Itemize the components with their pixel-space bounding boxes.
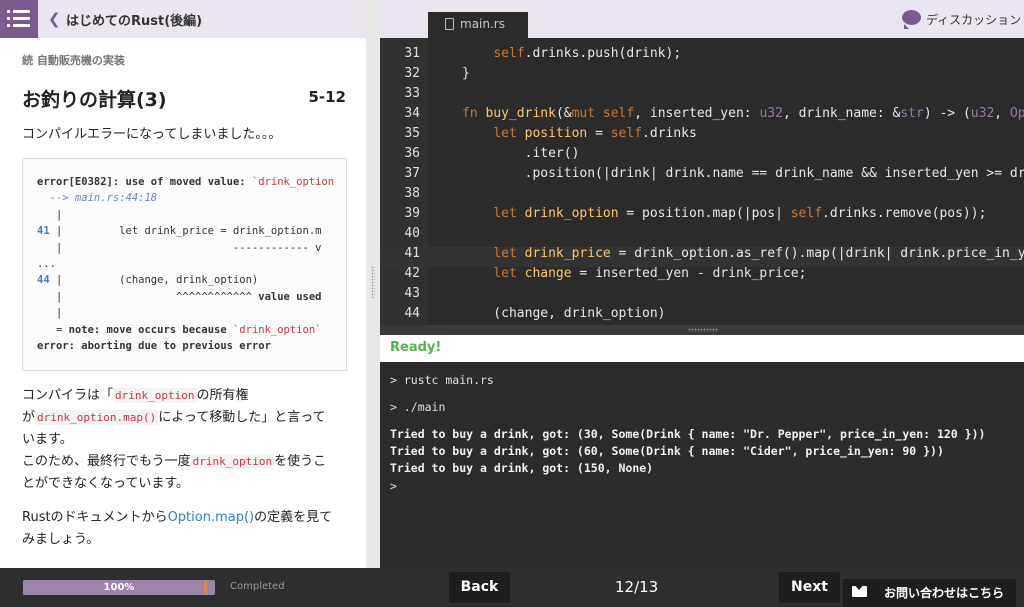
terminal-prompt[interactable]: > — [390, 479, 397, 493]
line-number: 34 — [404, 106, 420, 121]
code-line: 33 — [380, 84, 1024, 104]
inline-code: drink_option.map() — [35, 410, 159, 425]
lesson-header: ❮ はじめてのRust(後編) — [0, 0, 366, 38]
terminal-command: > rustc main.rs — [390, 373, 494, 387]
lesson-number: 5-12 — [308, 88, 346, 106]
back-button[interactable]: Back — [449, 572, 510, 603]
error-output-line: 41 | let drink_price = drink_option.m — [37, 225, 322, 238]
contact-label[interactable]: お問い合わせはこちら — [884, 584, 1004, 601]
code-text: let drink_price = drink_option.as_ref().… — [493, 246, 1024, 261]
lesson-title: お釣りの計算(3) — [22, 89, 167, 111]
progress-bar: 100% — [23, 580, 215, 595]
progress-label: 100% — [103, 582, 135, 593]
code-line: 38 — [380, 184, 1024, 204]
error-output-box: error[E0382]: use of moved value: `drink… — [22, 158, 347, 371]
mail-icon[interactable] — [852, 586, 867, 597]
line-number: 33 — [404, 86, 420, 101]
line-number: 32 — [404, 66, 420, 81]
inline-code: drink_option — [190, 454, 275, 469]
line-number: 31 — [404, 46, 420, 61]
code-text: } — [462, 66, 470, 81]
code-line: 35 let position = self.drinks — [380, 124, 1024, 144]
code-text: .iter() — [462, 146, 580, 161]
status-text: Ready! — [390, 340, 442, 355]
line-number: 39 — [404, 206, 420, 221]
lesson-panel: ❮ はじめてのRust(後編) 続 自動販売機の実装 お釣りの計算(3) 5-1… — [0, 0, 366, 568]
chevron-left-icon[interactable]: ❮ — [48, 10, 61, 28]
terminal-output-line: Tried to buy a drink, got: (150, None) — [390, 461, 654, 475]
code-line: 31 self.drinks.push(drink); — [380, 44, 1024, 64]
error-output-line: --> main.rs:44:18 — [49, 192, 158, 205]
error-output-line: error: aborting due to previous error — [37, 339, 271, 352]
page-indicator: 12/13 — [615, 578, 659, 596]
code-text: self.drinks.push(drink); — [493, 46, 682, 61]
status-bar: Ready! — [380, 335, 1024, 362]
code-line: 41 let drink_price = drink_option.as_ref… — [380, 244, 1024, 264]
code-line: 39 let drink_option = position.map(|pos|… — [380, 204, 1024, 224]
code-text: fn buy_drink(&mut self, inserted_yen: u3… — [462, 106, 1024, 121]
line-number: 43 — [404, 286, 420, 301]
terminal-output-line: Tried to buy a drink, got: (30, Some(Dri… — [390, 427, 986, 441]
intro-text: コンパイルエラーになってしまいました。。。 — [22, 127, 282, 142]
code-text: let position = self.drinks — [493, 126, 697, 141]
line-number: 38 — [404, 186, 420, 201]
line-number: 35 — [404, 126, 420, 141]
terminal-command: > ./main — [390, 400, 446, 414]
error-output-line: = note: move occurs because `drink_optio… — [37, 323, 322, 336]
course-title[interactable]: はじめてのRust(後編) — [66, 10, 202, 29]
explanation-paragraph-1: コンパイラは「 drink_option の所有権 が drink_option.ma… — [22, 388, 327, 491]
code-line: 37 .position(|drink| drink.name == drink… — [380, 164, 1024, 184]
completed-label: Completed — [230, 581, 285, 592]
code-line: 42 let change = inserted_yen - drink_pri… — [380, 264, 1024, 284]
code-text: let change = inserted_yen - drink_price; — [493, 266, 807, 281]
code-line: 34 fn buy_drink(&mut self, inserted_yen: … — [380, 104, 1024, 124]
code-line: 36 .iter() — [380, 144, 1024, 164]
error-output-line: | ------------ v — [37, 241, 322, 254]
code-line: 32} — [380, 64, 1024, 84]
line-number: 40 — [404, 226, 420, 241]
error-output-line: | — [37, 208, 63, 221]
line-number: 36 — [404, 146, 420, 161]
error-output-line: ... — [37, 257, 56, 270]
line-number: 41 — [404, 246, 420, 261]
error-output-line: 44 | (change, drink_option) — [37, 274, 259, 287]
code-line: 44 (change, drink_option) — [380, 304, 1024, 324]
tab-main-rs[interactable]: main.rs — [428, 12, 528, 38]
line-number: 44 — [404, 306, 420, 321]
menu-button[interactable] — [0, 0, 38, 38]
inline-code: drink_option — [113, 388, 197, 403]
tab-label: main.rs — [460, 17, 505, 31]
progress-marker — [204, 581, 207, 594]
divider-grip-icon[interactable] — [688, 328, 718, 332]
explanation-paragraph-2: RustのドキュメントからOption.map()の定義を見て みましょう。 — [22, 510, 333, 547]
error-output-line: | ^^^^^^^^^^^^ value used — [37, 290, 322, 303]
line-number: 37 — [404, 166, 420, 181]
next-button[interactable]: Next — [779, 572, 840, 603]
terminal-output: > rustc main.rs > ./main Tried to buy a … — [380, 362, 1024, 568]
code-editor[interactable]: 31 self.drinks.push(drink); 32} 33 34 fn buy… — [380, 38, 1024, 325]
error-output-line: | — [37, 307, 63, 320]
error-output-line: error[E0382]: use of moved value: `drink… — [37, 176, 335, 188]
discussion-label: ディスカッション — [926, 13, 1022, 27]
splitter-grip-icon[interactable] — [371, 266, 375, 298]
code-text: .position(|drink| drink.name == drink_na… — [462, 166, 1024, 181]
code-text: let drink_option = position.map(|pos| se… — [493, 206, 987, 221]
option-map-link[interactable]: Option.map() — [168, 510, 255, 525]
speech-bubble-icon — [902, 10, 921, 29]
file-icon — [445, 18, 454, 30]
terminal-output-line: Tried to buy a drink, got: (60, Some(Dri… — [390, 444, 944, 458]
line-number: 42 — [404, 266, 420, 281]
code-text: (change, drink_option) — [462, 306, 666, 321]
code-line: 40 — [380, 224, 1024, 244]
section-label: 続 自動販売機の実装 — [22, 54, 125, 67]
code-line: 43 — [380, 284, 1024, 304]
